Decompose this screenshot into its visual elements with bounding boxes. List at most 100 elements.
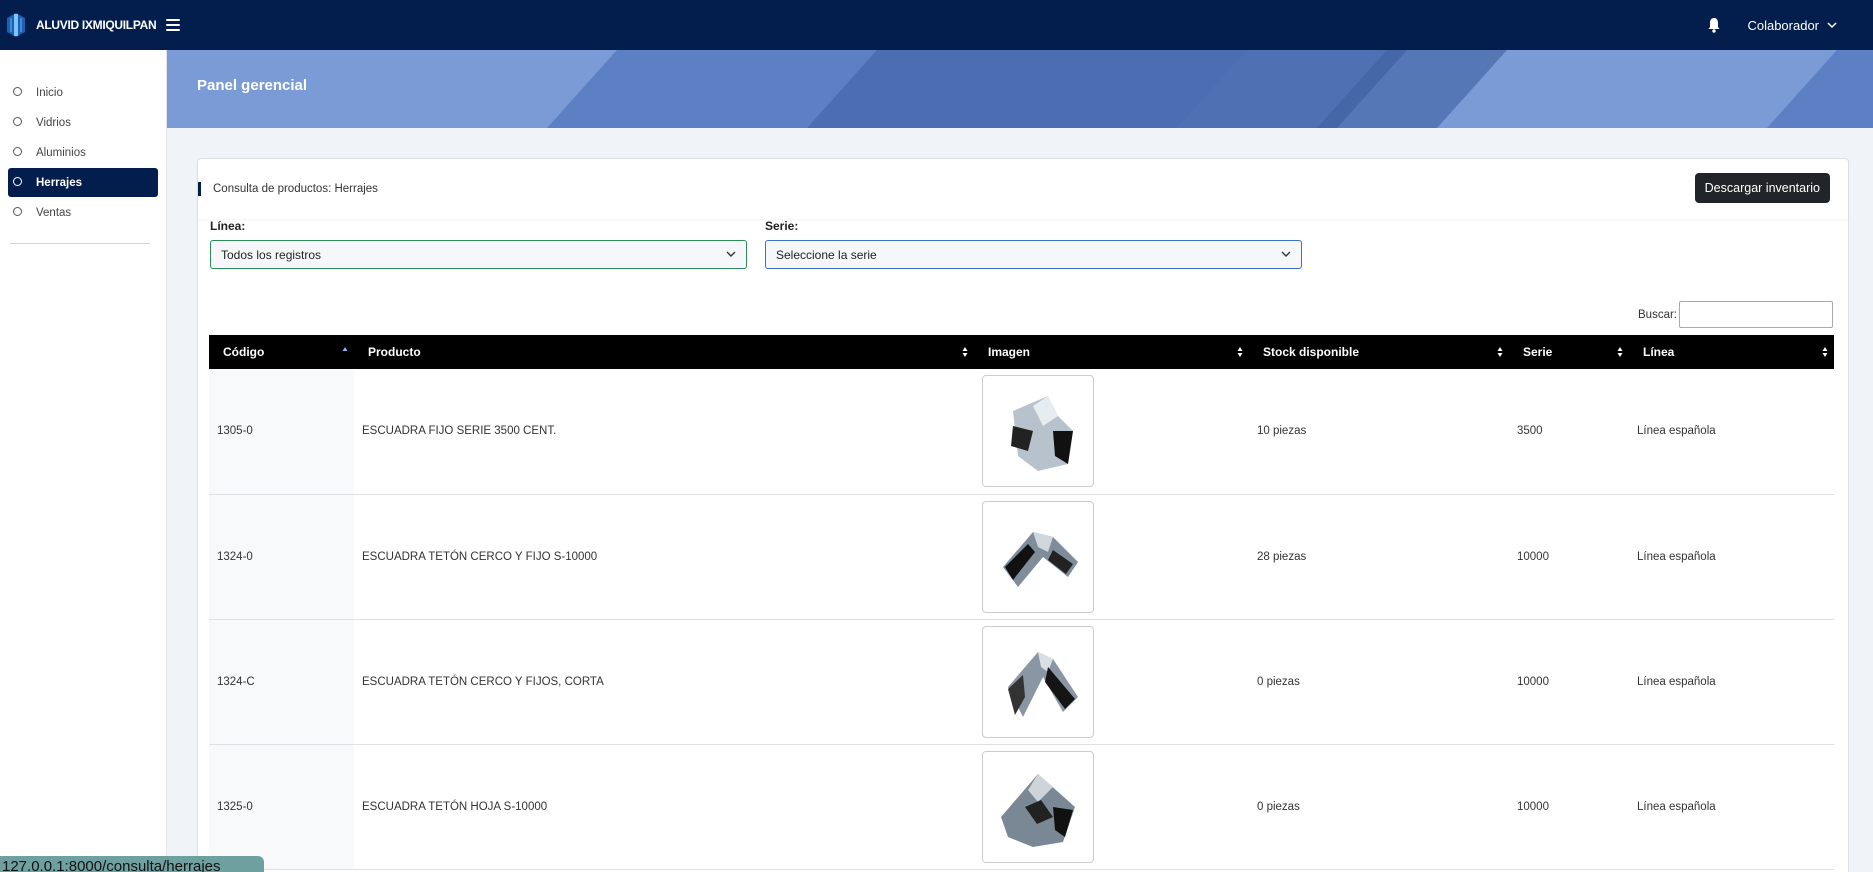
cell-imagen bbox=[974, 744, 1249, 869]
cell-producto: ESCUADRA TETÓN HOJA S-10000 bbox=[362, 800, 548, 813]
products-table: Código Producto Imagen Stock disponible … bbox=[209, 335, 1834, 870]
table-row: 1305-0 ESCUADRA FIJO SERIE 3500 CENT. 10… bbox=[209, 369, 1834, 494]
column-header-codigo[interactable]: Código bbox=[209, 335, 354, 369]
sidebar: Inicio Vidrios Aluminios Herrajes Ventas bbox=[0, 50, 167, 872]
column-header-imagen[interactable]: Imagen bbox=[974, 335, 1249, 369]
cell-stock: 28 piezas bbox=[1257, 550, 1307, 563]
cell-codigo: 1324-C bbox=[209, 619, 354, 744]
column-header-producto[interactable]: Producto bbox=[354, 335, 974, 369]
serie-select[interactable]: Seleccione la serie bbox=[765, 240, 1302, 269]
cell-serie: 10000 bbox=[1517, 550, 1549, 563]
chevron-down-icon bbox=[1281, 251, 1291, 257]
page-title: Panel gerencial bbox=[197, 77, 308, 94]
download-inventory-button[interactable]: Descargar inventario bbox=[1694, 173, 1830, 203]
bracket-image bbox=[1011, 396, 1073, 472]
hamburger-menu-icon[interactable] bbox=[166, 19, 181, 31]
chevron-down-icon bbox=[726, 251, 736, 257]
cell-codigo: 1324-0 bbox=[209, 494, 354, 619]
sidebar-item-label: Aluminios bbox=[36, 146, 86, 159]
serie-label: Serie: bbox=[765, 219, 799, 233]
banner-decoration bbox=[547, 50, 1873, 128]
card-title: Consulta de productos: Herrajes bbox=[213, 183, 378, 195]
sidebar-item-label: Herrajes bbox=[36, 176, 83, 189]
linea-select-value: Todos los registros bbox=[221, 247, 322, 262]
user-menu[interactable]: Colaborador bbox=[1747, 18, 1837, 33]
cell-producto: ESCUADRA TETÓN CERCO Y FIJOS, CORTA bbox=[362, 675, 604, 688]
cell-stock: 0 piezas bbox=[1257, 675, 1300, 688]
search-label: Buscar: bbox=[1638, 308, 1677, 321]
cell-linea: Línea española bbox=[1637, 425, 1716, 438]
table-row: 1325-0 ESCUADRA TETÓN HOJA S-10000 0 pie… bbox=[209, 744, 1834, 869]
cell-imagen bbox=[974, 369, 1249, 494]
sort-icon bbox=[1617, 347, 1623, 357]
cell-stock: 10 piezas bbox=[1257, 425, 1307, 438]
cell-stock: 0 piezas bbox=[1257, 800, 1300, 813]
bracket-image bbox=[1001, 773, 1075, 847]
sidebar-item-inicio[interactable]: Inicio bbox=[8, 78, 158, 107]
column-header-serie[interactable]: Serie bbox=[1509, 335, 1629, 369]
cell-linea: Línea española bbox=[1637, 550, 1716, 563]
sort-icon bbox=[1237, 347, 1243, 357]
cell-codigo: 1325-0 bbox=[209, 744, 354, 869]
page-banner: Panel gerencial bbox=[167, 50, 1873, 128]
filters: Línea: Todos los registros Serie: Selecc… bbox=[210, 219, 1302, 269]
linea-label: Línea: bbox=[210, 219, 246, 233]
cell-imagen bbox=[974, 494, 1249, 619]
card-header: Consulta de productos: Herrajes Descarga… bbox=[198, 159, 1848, 219]
table-row: 1324-C ESCUADRA TETÓN CERCO Y FIJOS, COR… bbox=[209, 619, 1834, 744]
sort-asc-icon bbox=[342, 347, 348, 351]
search-box: Buscar: bbox=[1638, 301, 1833, 328]
table-row: 1324-0 ESCUADRA TETÓN CERCO Y FIJO S-100… bbox=[209, 494, 1834, 619]
brand-logo-icon bbox=[7, 13, 25, 37]
product-image bbox=[982, 750, 1094, 863]
cell-producto: ESCUADRA TETÓN CERCO Y FIJO S-10000 bbox=[362, 550, 598, 563]
product-image bbox=[982, 375, 1094, 488]
linea-filter: Línea: Todos los registros bbox=[210, 219, 747, 269]
linea-select[interactable]: Todos los registros bbox=[210, 240, 747, 269]
cell-linea: Línea española bbox=[1637, 800, 1716, 813]
bell-icon[interactable] bbox=[1707, 17, 1721, 33]
products-card: Consulta de productos: Herrajes Descarga… bbox=[197, 158, 1849, 872]
circle-icon bbox=[13, 147, 22, 156]
circle-icon bbox=[13, 117, 22, 126]
circle-icon bbox=[13, 207, 22, 216]
cell-producto: ESCUADRA FIJO SERIE 3500 CENT. bbox=[362, 425, 557, 438]
column-header-stock[interactable]: Stock disponible bbox=[1249, 335, 1509, 369]
sort-icon bbox=[962, 347, 968, 357]
sidebar-item-herrajes[interactable]: Herrajes bbox=[8, 168, 158, 197]
cell-serie: 3500 bbox=[1517, 425, 1543, 438]
sidebar-item-aluminios[interactable]: Aluminios bbox=[8, 138, 158, 167]
serie-select-value: Seleccione la serie bbox=[776, 247, 877, 262]
circle-icon bbox=[13, 87, 22, 96]
cell-imagen bbox=[974, 619, 1249, 744]
title-accent-bar bbox=[198, 182, 201, 196]
sidebar-item-label: Vidrios bbox=[36, 116, 71, 129]
table-header-row: Código Producto Imagen Stock disponible … bbox=[209, 335, 1834, 369]
cell-linea: Línea española bbox=[1637, 675, 1716, 688]
bracket-image bbox=[1008, 651, 1078, 717]
cell-codigo: 1305-0 bbox=[209, 369, 354, 494]
user-label: Colaborador bbox=[1747, 17, 1819, 33]
bracket-image bbox=[1003, 531, 1078, 587]
chevron-down-icon bbox=[1827, 21, 1837, 28]
search-input[interactable] bbox=[1679, 301, 1833, 328]
top-navbar: ALUVID IXMIQUILPAN Colaborador bbox=[0, 0, 1873, 50]
sidebar-nav: Inicio Vidrios Aluminios Herrajes Ventas bbox=[0, 78, 166, 227]
sort-icon bbox=[1497, 347, 1503, 357]
browser-status-url: 127.0.0.1:8000/consulta/herrajes bbox=[0, 856, 264, 872]
circle-icon bbox=[13, 177, 22, 186]
brand[interactable]: ALUVID IXMIQUILPAN bbox=[6, 12, 157, 38]
serie-filter: Serie: Seleccione la serie bbox=[765, 219, 1302, 269]
cell-serie: 10000 bbox=[1517, 800, 1549, 813]
sidebar-item-vidrios[interactable]: Vidrios bbox=[8, 108, 158, 137]
sidebar-item-label: Inicio bbox=[36, 86, 63, 99]
column-header-linea[interactable]: Línea bbox=[1629, 335, 1834, 369]
sidebar-divider bbox=[10, 243, 150, 244]
sidebar-item-label: Ventas bbox=[36, 206, 72, 219]
sort-icon bbox=[1822, 347, 1828, 357]
product-image bbox=[982, 625, 1094, 738]
product-image bbox=[982, 500, 1094, 613]
sidebar-item-ventas[interactable]: Ventas bbox=[8, 198, 158, 227]
brand-name: ALUVID IXMIQUILPAN bbox=[36, 18, 157, 32]
cell-serie: 10000 bbox=[1517, 675, 1549, 688]
